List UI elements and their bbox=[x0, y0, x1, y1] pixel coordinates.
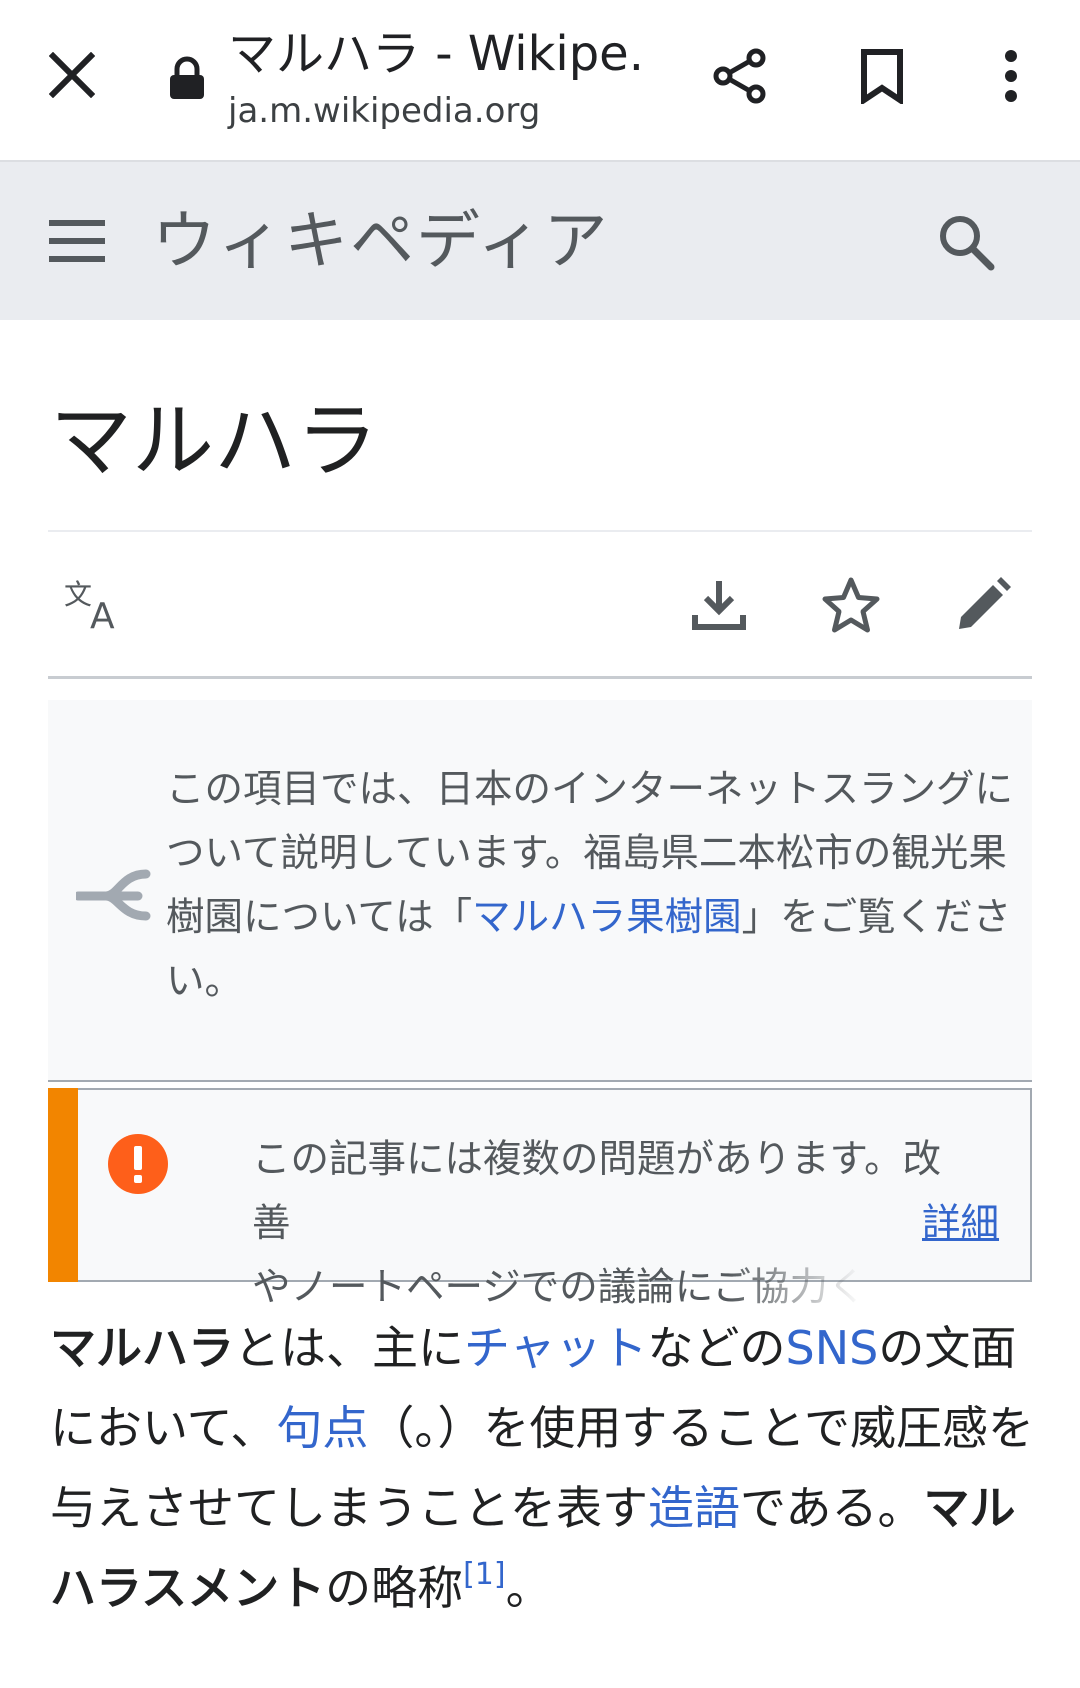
issues-accent-bar bbox=[48, 1088, 78, 1282]
issues-text-line1: この記事には複数の問題があります。改善 bbox=[252, 1137, 942, 1246]
browser-toolbar: マルハラ - Wikipe... ja.m.wikipedia.org bbox=[0, 0, 1080, 160]
language-button[interactable]: 文 A bbox=[62, 572, 128, 638]
lead-text: 。 bbox=[505, 1561, 552, 1615]
actions-divider bbox=[48, 676, 1032, 679]
lead-text: などの bbox=[647, 1321, 786, 1375]
page-url-title[interactable]: マルハラ - Wikipe... bbox=[228, 22, 648, 86]
reference-1[interactable]: [1] bbox=[463, 1557, 506, 1592]
lead-text: である。 bbox=[740, 1481, 924, 1535]
page-url-host[interactable]: ja.m.wikipedia.org bbox=[228, 88, 540, 134]
search-button[interactable] bbox=[932, 208, 1000, 276]
lock-icon bbox=[170, 56, 204, 99]
bookmark-icon bbox=[861, 49, 903, 104]
svg-text:文: 文 bbox=[64, 578, 92, 611]
more-vert-icon bbox=[1005, 50, 1017, 102]
issues-details-link[interactable]: 詳細 bbox=[922, 1192, 999, 1256]
edit-button[interactable] bbox=[950, 572, 1016, 638]
disambiguation-icon bbox=[76, 869, 151, 921]
star-icon bbox=[822, 577, 880, 633]
watch-star-button[interactable] bbox=[818, 572, 884, 638]
lead-text: とは、主に bbox=[234, 1321, 464, 1375]
more-options-button[interactable] bbox=[986, 44, 1036, 108]
search-icon bbox=[940, 216, 995, 271]
close-button[interactable] bbox=[42, 45, 102, 105]
warning-icon bbox=[108, 1134, 168, 1194]
disambiguation-hatnote: この項目では、日本のインターネットスラングについて説明しています。福島県二本松市… bbox=[48, 700, 1032, 1082]
page-actions: 文 A bbox=[48, 532, 1032, 678]
issues-text: この記事には複数の問題があります。改善 やノートページでの議論にご協力ください。 bbox=[252, 1128, 952, 1320]
lead-term: マルハラ bbox=[50, 1321, 234, 1375]
hatnote-text: この項目では、日本のインターネットスラングについて説明しています。福島県二本松市… bbox=[166, 758, 1036, 1014]
edit-icon bbox=[959, 577, 1011, 629]
share-button[interactable] bbox=[708, 44, 772, 108]
share-icon bbox=[713, 48, 766, 104]
lead-text: の略称 bbox=[325, 1561, 464, 1615]
link-chat[interactable]: チャット bbox=[464, 1321, 648, 1375]
svg-text:A: A bbox=[90, 596, 115, 632]
main-menu-button[interactable] bbox=[44, 210, 110, 272]
wiki-header: ウィキペディア bbox=[0, 160, 1080, 320]
language-icon: 文 A bbox=[64, 578, 115, 632]
lead-paragraph: マルハラとは、主にチャットなどのSNSの文面において、句点（。）を使用することで… bbox=[50, 1308, 1040, 1628]
menu-icon bbox=[49, 220, 105, 262]
download-button[interactable] bbox=[686, 572, 752, 638]
wikipedia-wordmark[interactable]: ウィキペディア bbox=[152, 192, 610, 292]
link-kuten[interactable]: 句点 bbox=[276, 1401, 368, 1455]
page-title: マルハラ bbox=[50, 396, 379, 487]
download-icon bbox=[692, 581, 746, 630]
issues-notice[interactable]: この記事には複数の問題があります。改善 やノートページでの議論にご協力ください。… bbox=[48, 1088, 1032, 1310]
link-maruhara-orchard[interactable]: マルハラ果樹園 bbox=[472, 895, 742, 940]
close-icon bbox=[49, 52, 95, 98]
link-sns[interactable]: SNS bbox=[786, 1321, 879, 1375]
bookmark-button[interactable] bbox=[852, 44, 912, 108]
link-zougo[interactable]: 造語 bbox=[648, 1481, 740, 1535]
